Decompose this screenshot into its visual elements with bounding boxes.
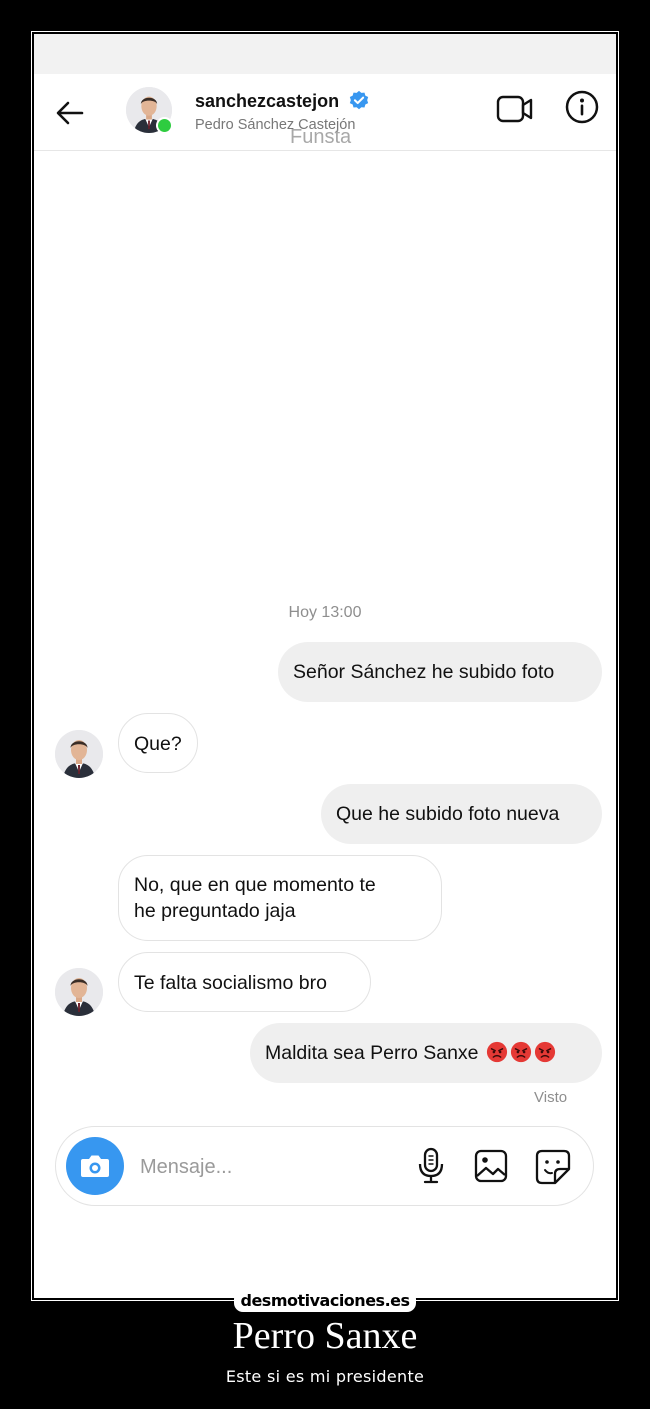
microphone-icon xyxy=(418,1147,444,1184)
sender-avatar[interactable] xyxy=(55,968,103,1016)
camera-icon xyxy=(81,1155,109,1177)
message-text-line: No, que en que momento te xyxy=(134,874,376,896)
message-bubble-incoming[interactable]: Que? xyxy=(118,713,198,773)
angry-face-emoji xyxy=(486,1041,508,1063)
profile-avatar-button[interactable] xyxy=(126,87,174,135)
dm-screen: sanchezcastejon Pedro Sánchez Castejón F… xyxy=(34,34,616,1298)
video-call-icon xyxy=(496,95,533,123)
chat-timestamp: Hoy 13:00 xyxy=(288,604,362,621)
chat-username[interactable]: sanchezcastejon xyxy=(195,91,339,112)
status-bar xyxy=(34,34,616,74)
verified-badge-icon xyxy=(349,90,369,110)
poster-title: Perro Sanxe xyxy=(232,1315,418,1357)
poster-subtitle: Este si es mi presidente xyxy=(225,1367,425,1386)
avatar xyxy=(55,730,103,778)
back-button[interactable] xyxy=(52,95,88,131)
conversation-info-button[interactable] xyxy=(565,90,599,124)
seen-status: Visto xyxy=(534,1089,568,1106)
person-portrait-icon xyxy=(55,730,103,778)
gallery-button[interactable] xyxy=(474,1149,508,1183)
message-composer xyxy=(55,1126,594,1206)
message-bubble-incoming[interactable]: No, que en que momento te he preguntado … xyxy=(118,855,442,941)
sticker-button[interactable] xyxy=(535,1149,571,1185)
message-text: Te falta socialismo bro xyxy=(134,972,327,994)
back-arrow-icon xyxy=(56,101,84,125)
site-watermark: desmotivaciones.es xyxy=(234,1290,416,1312)
message-bubble-outgoing[interactable]: Maldita sea Perro Sanxe xyxy=(250,1023,602,1083)
message-bubble-incoming[interactable]: Te falta socialismo bro xyxy=(118,952,371,1012)
sender-avatar[interactable] xyxy=(55,730,103,778)
message-text: Que he subido foto nueva xyxy=(336,803,560,825)
angry-face-emoji xyxy=(510,1041,532,1063)
voice-message-button[interactable] xyxy=(414,1147,448,1185)
camera-button[interactable] xyxy=(66,1137,124,1195)
angry-face-emoji xyxy=(534,1041,556,1063)
person-portrait-icon xyxy=(55,968,103,1016)
message-input[interactable] xyxy=(138,1147,392,1187)
chat-header: sanchezcastejon Pedro Sánchez Castejón F… xyxy=(34,74,616,151)
avatar xyxy=(55,968,103,1016)
watermark-text: Funsta xyxy=(290,126,352,148)
message-text: Señor Sánchez he subido foto xyxy=(293,661,555,683)
video-call-button[interactable] xyxy=(496,92,534,126)
sticker-icon xyxy=(535,1149,571,1185)
gallery-icon xyxy=(474,1149,508,1183)
message-text: Que? xyxy=(134,733,182,755)
message-text-line: he preguntado jaja xyxy=(134,900,296,922)
online-status-dot xyxy=(156,117,173,134)
message-text: Maldita sea Perro Sanxe xyxy=(265,1042,479,1064)
message-bubble-outgoing[interactable]: Señor Sánchez he subido foto xyxy=(278,642,602,702)
info-icon xyxy=(565,90,599,124)
message-bubble-outgoing[interactable]: Que he subido foto nueva xyxy=(321,784,602,844)
